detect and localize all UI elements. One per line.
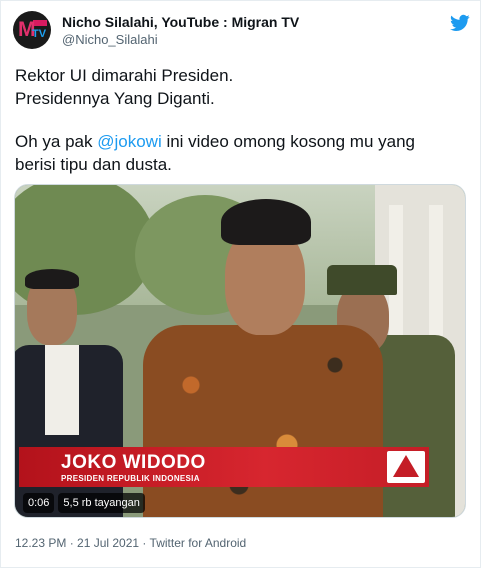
tweet-line-3-before: Oh ya pak bbox=[15, 132, 98, 151]
author-handle[interactable]: @Nicho_Silalahi bbox=[62, 31, 299, 49]
tweet-line-2: Presidennya Yang Diganti. bbox=[15, 89, 215, 108]
tweet-timestamp[interactable]: 12.23 PM · 21 Jul 2021 · Twitter for And… bbox=[15, 536, 246, 550]
video-player[interactable]: JOKO WIDODO PRESIDEN REPUBLIK INDONESIA … bbox=[14, 184, 466, 518]
tweet-line-3: Oh ya pak @jokowi ini video omong kosong… bbox=[15, 130, 465, 153]
person-hair bbox=[221, 199, 311, 245]
person-cap bbox=[327, 265, 397, 295]
tweet-line-4: berisi tipu dan dusta. bbox=[15, 155, 172, 174]
author-names: Nicho Silalahi, YouTube : Migran TV @Nic… bbox=[62, 13, 299, 49]
tweet-header: M TV Nicho Silalahi, YouTube : Migran TV… bbox=[13, 11, 470, 51]
person-hair bbox=[25, 269, 79, 289]
avatar-letters-tv: TV bbox=[32, 28, 47, 40]
tweet-card: M TV Nicho Silalahi, YouTube : Migran TV… bbox=[0, 0, 481, 568]
video-duration: 0:06 bbox=[23, 493, 55, 513]
tweet-line-1: Rektor UI dimarahi Presiden. bbox=[15, 66, 234, 85]
twitter-bird-icon[interactable] bbox=[450, 13, 470, 33]
channel-logo-icon bbox=[387, 451, 425, 483]
channel-logo-triangle bbox=[393, 455, 419, 477]
lower-third-banner: JOKO WIDODO PRESIDEN REPUBLIK INDONESIA bbox=[19, 447, 429, 487]
person-shirt bbox=[45, 345, 79, 435]
lower-third-title: PRESIDEN REPUBLIK INDONESIA bbox=[61, 474, 200, 483]
person-batik-shirt bbox=[143, 325, 383, 517]
author-display-name[interactable]: Nicho Silalahi, YouTube : Migran TV bbox=[62, 13, 299, 31]
video-overlay-info: 0:06 5,5 rb tayangan bbox=[23, 493, 145, 513]
tweet-line-3-after: ini video omong kosong mu yang bbox=[161, 132, 415, 151]
tweet-text: Rektor UI dimarahi Presiden. Presidennya… bbox=[15, 64, 465, 176]
mention-link[interactable]: @jokowi bbox=[97, 132, 162, 151]
avatar[interactable]: M TV bbox=[13, 11, 51, 49]
video-views: 5,5 rb tayangan bbox=[58, 493, 145, 513]
lower-third-name: JOKO WIDODO bbox=[61, 452, 206, 473]
